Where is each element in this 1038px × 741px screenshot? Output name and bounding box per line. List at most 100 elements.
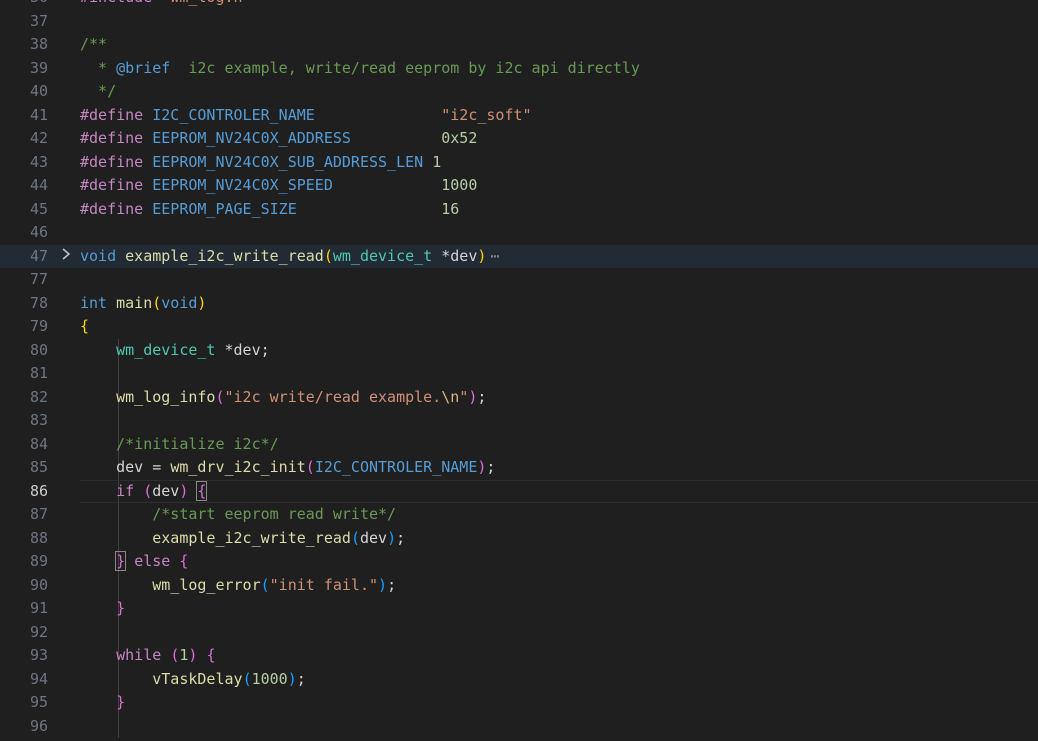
code-line[interactable]: 81	[0, 362, 1038, 386]
code-token: {	[179, 552, 189, 570]
code-text: #define EEPROM_PAGE_SIZE 16	[80, 198, 459, 222]
line-number: 46	[29, 223, 48, 241]
line-number: 84	[29, 434, 48, 453]
indent-guide	[118, 620, 119, 644]
code-text: */	[80, 80, 116, 104]
code-token: }	[115, 551, 127, 571]
code-token: )	[387, 528, 397, 547]
code-line[interactable]: 40 */	[0, 80, 1038, 104]
code-line[interactable]: 41 #define I2C_CONTROLER_NAME "i2c_soft"	[0, 104, 1038, 128]
code-line[interactable]: 87 /*start eeprom read write*/	[0, 503, 1038, 527]
code-line[interactable]: 90 wm_log_error("init fail.");	[0, 573, 1038, 597]
line-number: 92	[29, 622, 48, 641]
line-number: 42	[29, 129, 48, 147]
code-text: * @brief i2c example, write/read eeprom …	[80, 57, 640, 81]
code-line[interactable]: 86 if (dev) {	[0, 479, 1038, 504]
code-line[interactable]: 43 #define EEPROM_NV24C0X_SUB_ADDRESS_LEN…	[0, 151, 1038, 175]
line-number: 86	[29, 481, 48, 500]
code-line[interactable]: 92	[0, 620, 1038, 644]
code-token: int	[80, 293, 108, 312]
folded-region-ellipsis[interactable]: ⋯	[490, 247, 499, 265]
code-token: i2c example, write/read eeprom by i2c ap…	[170, 58, 640, 77]
code-line[interactable]: 89 } else {	[0, 550, 1038, 574]
line-number: 87	[29, 505, 48, 523]
code-line[interactable]: 79 {	[0, 315, 1038, 339]
code-text: /*start eeprom read write*/	[80, 503, 396, 527]
code-token: *dev;	[215, 340, 270, 359]
code-token: void	[80, 246, 117, 265]
code-token: dev	[359, 528, 388, 547]
line-number: 41	[29, 105, 48, 124]
code-line[interactable]: 83	[0, 409, 1038, 433]
code-line[interactable]: 82 wm_log_info("i2c write/read example.\…	[0, 385, 1038, 409]
code-text: while (1) {	[80, 644, 215, 668]
chevron-right-icon[interactable]	[58, 245, 74, 269]
code-text: /**	[80, 33, 107, 57]
indent-guide	[118, 409, 119, 433]
code-text: if (dev) {	[80, 480, 208, 504]
code-line[interactable]: 96	[0, 714, 1038, 738]
line-number: 95	[29, 693, 48, 711]
code-line[interactable]: 84 /*initialize i2c*/	[0, 432, 1038, 456]
code-editor[interactable]: 36 #include "wm_log.h" 37 38 /** 39 * @brief …	[0, 0, 1038, 738]
code-line[interactable]: 77	[0, 268, 1038, 292]
code-line[interactable]: 78 int main(void)	[0, 292, 1038, 316]
code-line[interactable]: 80 wm_device_t *dev;	[0, 338, 1038, 363]
code-token: {	[80, 317, 90, 335]
code-line[interactable]: 95 }	[0, 691, 1038, 715]
code-line[interactable]: 47 void example_i2c_write_read(wm_device_…	[0, 244, 1038, 269]
code-line[interactable]: 36 #include "wm_log.h"	[0, 0, 1038, 10]
code-token: ;	[396, 528, 406, 547]
code-line[interactable]: 42 #define EEPROM_NV24C0X_ADDRESS 0x52	[0, 127, 1038, 151]
code-line[interactable]: 37	[0, 10, 1038, 34]
code-token: example_i2c_write_read	[152, 528, 351, 547]
code-token: (	[242, 669, 252, 688]
line-number: 80	[29, 340, 48, 359]
code-token: wm_log_error	[152, 575, 261, 594]
code-token: wm_device_t	[332, 246, 433, 265]
code-line[interactable]: 39 * @brief i2c example, write/read eepr…	[0, 57, 1038, 81]
line-number: 38	[29, 35, 48, 53]
code-line[interactable]: 38 /**	[0, 33, 1038, 57]
code-token: */	[80, 82, 117, 100]
line-number: 82	[29, 387, 48, 406]
code-line[interactable]: 45 #define EEPROM_PAGE_SIZE 16	[0, 198, 1038, 222]
code-line[interactable]: 93 while (1) {	[0, 644, 1038, 668]
line-number: 85	[29, 458, 48, 476]
code-line[interactable]: 88 example_i2c_write_read(dev);	[0, 526, 1038, 550]
code-line[interactable]: 91 }	[0, 597, 1038, 621]
code-token: (	[350, 528, 360, 547]
code-token: *	[80, 58, 117, 77]
code-token: "	[459, 387, 469, 406]
code-text: wm_device_t *dev;	[80, 339, 270, 363]
code-token: )	[287, 669, 297, 688]
code-token: {	[196, 480, 208, 501]
line-number: 40	[29, 82, 48, 100]
line-number: 77	[29, 270, 48, 288]
code-token: "init fail."	[269, 575, 379, 594]
code-line[interactable]: 94 vTaskDelay(1000);	[0, 667, 1038, 692]
code-token: EEPROM_NV24C0X_SUB_ADDRESS_LEN	[152, 152, 424, 171]
code-token: {	[206, 646, 216, 664]
code-line[interactable]: 46	[0, 221, 1038, 245]
code-line[interactable]: 85 dev = wm_drv_i2c_init(I2C_CONTROLER_N…	[0, 456, 1038, 480]
code-text: vTaskDelay(1000);	[80, 668, 306, 692]
code-line[interactable]: 44 #define EEPROM_NV24C0X_SPEED 1000	[0, 174, 1038, 198]
code-token: while	[116, 646, 162, 664]
